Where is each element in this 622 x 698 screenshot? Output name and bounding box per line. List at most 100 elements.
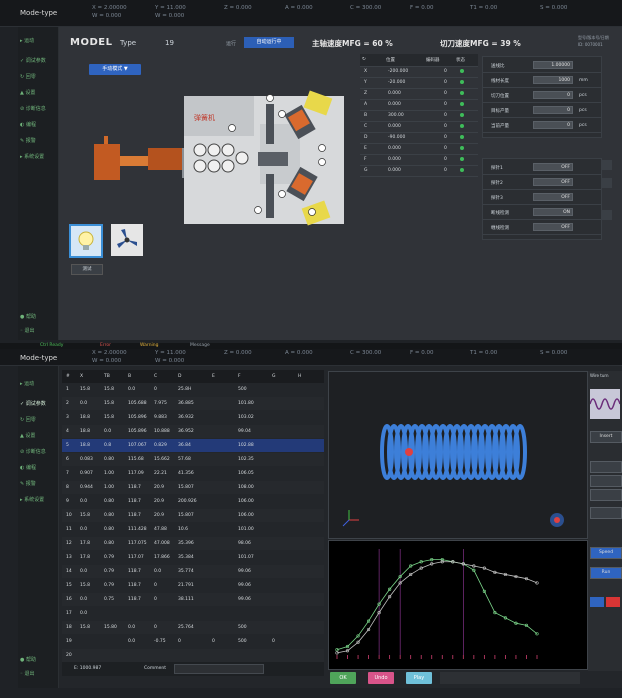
param-value-input[interactable]: 1.00000 (533, 61, 573, 69)
right-ctrl-1[interactable] (590, 461, 622, 473)
undo-button[interactable]: Undo (368, 672, 394, 684)
fan-icon[interactable] (111, 224, 143, 256)
table-cell: 0 (154, 583, 157, 588)
table-row[interactable]: 16 0.0 0.75 118.7 0 38.111 99.06 (62, 593, 324, 606)
side-control-1[interactable] (602, 160, 612, 170)
table-cell: 12 (66, 541, 72, 546)
bulb-icon[interactable] (69, 224, 103, 258)
table-row[interactable]: 9 0.0 0.80 118.7 20.9 200.926 106.00 (62, 495, 324, 508)
side-control-2[interactable] (602, 178, 612, 188)
column-header[interactable]: F (238, 374, 241, 379)
play-button[interactable]: Play (406, 672, 432, 684)
column-header[interactable]: C (154, 374, 157, 379)
nav-item-program-b[interactable]: ◐ 编程 (20, 464, 36, 471)
nav-item-settings[interactable]: ▲ 设置 (20, 89, 35, 96)
nav-item-home-b[interactable]: ↻ 回零 (20, 416, 36, 423)
red-stop-button[interactable] (606, 597, 620, 607)
param-value-input[interactable]: 0 (533, 91, 573, 99)
column-header[interactable]: # (66, 374, 70, 379)
param-value-input[interactable]: OFF (533, 223, 573, 231)
version-info: 型号/版本号/日期 ID: 0070001 (578, 35, 609, 47)
table-row[interactable]: 20 (62, 649, 324, 662)
nav-item-exit[interactable]: ◦ 退出 (20, 327, 35, 334)
nav-item-system[interactable]: ▸ 系统设置 (20, 153, 44, 160)
param-value-input[interactable]: OFF (533, 163, 573, 171)
param-value-input[interactable]: 0 (533, 121, 573, 129)
ok-button[interactable]: OK (330, 672, 356, 684)
status-warning[interactable]: Warning (140, 343, 159, 348)
right-ctrl-3[interactable] (590, 489, 622, 501)
nav-item-help-b[interactable]: ● 帮助 (20, 656, 36, 663)
table-row[interactable]: 6 0.083 0.80 115.68 15.662 57.68 102.35 (62, 453, 324, 466)
nav-item-alarm[interactable]: ✎ 报警 (20, 137, 36, 144)
table-row[interactable]: 11 0.0 0.80 111.428 47.88 10.6 101.00 (62, 523, 324, 536)
param-value-input[interactable]: 0 (533, 106, 573, 114)
param-side-controls (602, 160, 612, 240)
nav-item-debug[interactable]: ✓ 调试参数 (20, 57, 46, 64)
reset-icon[interactable]: ↻ (362, 57, 366, 62)
nav-item-debug-b[interactable]: ✓ 调试参数 (20, 400, 46, 407)
param-label: 当前产量 (491, 124, 509, 129)
table-cell: 0.0 (80, 597, 88, 602)
nav-item-exit-b[interactable]: ◦ 退出 (20, 670, 35, 677)
status-ctrl-ready[interactable]: Ctrl Ready (40, 343, 63, 348)
table-cell: 118.7 (128, 597, 141, 602)
table-row[interactable]: 17 0.0 (62, 607, 324, 620)
param-value-input[interactable]: OFF (533, 178, 573, 186)
column-header[interactable]: B (128, 374, 131, 379)
table-row[interactable]: 2 0.0 15.8 105.688 7.975 36.885 101.80 (62, 397, 324, 410)
param-label: 探针2 (491, 181, 503, 186)
param-label: 探针3 (491, 196, 503, 201)
nav-item-alarm-b[interactable]: ✎ 报警 (20, 480, 36, 487)
right-ctrl-4[interactable] (590, 507, 622, 519)
nav-item-motion-b[interactable]: ▸ 运动 (20, 380, 34, 387)
table-row[interactable]: 4 18.8 0.0 105.896 10.888 36.952 99.04 (62, 425, 324, 438)
param-value-input[interactable]: ON (533, 208, 573, 216)
table-row[interactable]: 12 17.8 0.80 117.075 47.008 35.396 98.06 (62, 537, 324, 550)
spring-3d-view[interactable] (328, 371, 588, 539)
nav-item-program[interactable]: ◐ 编程 (20, 121, 36, 128)
table-row[interactable]: 1 15.8 15.8 0.0 0 25.8H 500 (62, 383, 324, 396)
column-header[interactable]: X (80, 374, 83, 379)
side-control-3[interactable] (602, 210, 612, 220)
column-header[interactable]: D (178, 374, 181, 379)
table-row[interactable]: 3 18.8 15.8 105.896 9.883 36.932 103.02 (62, 411, 324, 424)
nav-item-system-b[interactable]: ▸ 系统设置 (20, 496, 44, 503)
table-row[interactable]: 13 17.8 0.79 117.07 17.866 35.384 101.07 (62, 551, 324, 564)
nav-item-settings-b[interactable]: ▲ 设置 (20, 432, 35, 439)
speed-button[interactable]: Speed (590, 547, 622, 559)
table-row[interactable]: 10 15.8 0.80 118.7 20.9 15.807 106.00 (62, 509, 324, 522)
column-header[interactable]: G (272, 374, 276, 379)
table-cell: 99.06 (238, 583, 251, 588)
test-button[interactable]: 测试 (71, 264, 103, 275)
right-ctrl-2[interactable] (590, 475, 622, 487)
table-cell: 0 (178, 639, 181, 644)
blue-action-button[interactable] (590, 597, 604, 607)
table-row[interactable]: 7 0.907 1.00 117.09 22.21 41.356 106.05 (62, 467, 324, 480)
table-row[interactable]: 15 15.8 0.79 118.7 0 21.791 99.06 (62, 579, 324, 592)
column-header[interactable]: E (212, 374, 215, 379)
table-cell: 0.0 (80, 499, 88, 504)
status-error[interactable]: Error (100, 343, 111, 348)
insert-button[interactable]: Insert (590, 431, 622, 443)
nav-item-help[interactable]: ● 帮助 (20, 313, 36, 320)
mode-dropdown[interactable]: 手动模式 ▼ (89, 64, 141, 75)
timeline-bar[interactable] (440, 672, 580, 684)
status-message[interactable]: Message (190, 343, 210, 348)
column-header[interactable]: TB (104, 374, 110, 379)
table-row[interactable]: 18 15.8 15.80 0.0 0 25.764 500 (62, 621, 324, 634)
param-value-input[interactable]: 1000 (533, 76, 573, 84)
table-row[interactable]: 19 0.0 -0.75 0 0 500 0 (62, 635, 324, 648)
nav-item-diagnostics-b[interactable]: ⊘ 诊断信息 (20, 448, 46, 455)
table-row[interactable]: 8 0.944 1.00 118.7 20.9 15.807 108.00 (62, 481, 324, 494)
run-button[interactable]: Run (590, 567, 622, 579)
table-row[interactable]: 5 18.8 0.8 107.067 0.829 36.84 102.88 (62, 439, 324, 452)
nav-item-home[interactable]: ↻ 回零 (20, 73, 36, 80)
axis-readout-x-b: X = 2.00000 W = 0.000 (92, 350, 127, 364)
column-header[interactable]: H (298, 374, 301, 379)
nav-item-motion[interactable]: ▸ 运动 (20, 37, 34, 44)
param-value-input[interactable]: OFF (533, 193, 573, 201)
table-row[interactable]: 14 0.0 0.79 118.7 0.0 35.774 99.06 (62, 565, 324, 578)
comment-input[interactable] (174, 664, 264, 674)
nav-item-diagnostics[interactable]: ⊘ 诊断信息 (20, 105, 46, 112)
